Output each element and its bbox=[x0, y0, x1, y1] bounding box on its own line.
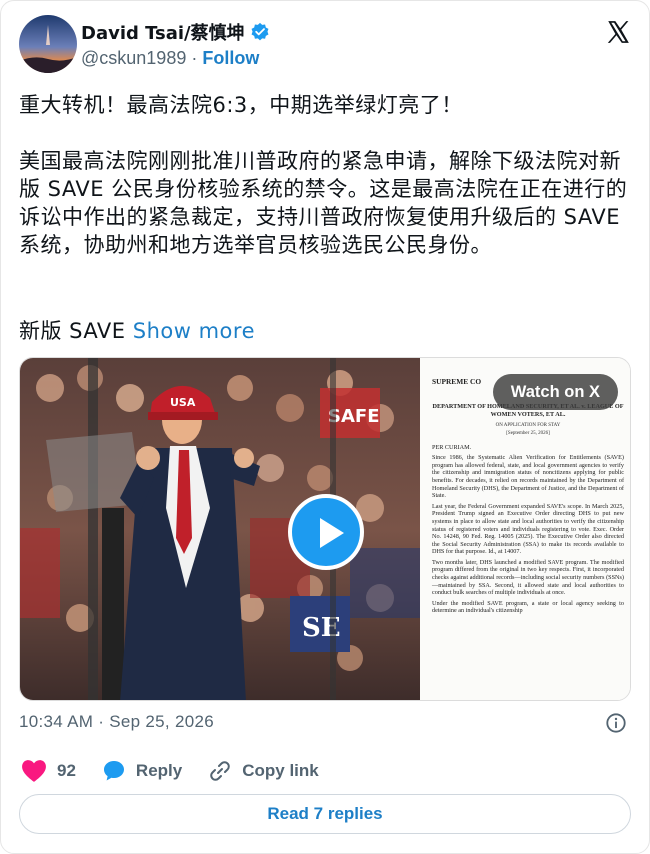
copy-link-label: Copy link bbox=[242, 761, 319, 780]
heart-icon bbox=[22, 760, 46, 782]
reply-bubble-icon bbox=[103, 761, 124, 781]
doc-paragraph-2: Last year, the Federal Government expand… bbox=[432, 502, 624, 556]
like-count: 92 bbox=[57, 761, 76, 780]
author-block: David Tsai/蔡慎坤 @cskun1989 · Follow bbox=[81, 21, 270, 69]
tweet-headline: 重大转机！最高法院6:3，中期选举绿灯亮了！ bbox=[19, 93, 463, 117]
info-icon[interactable] bbox=[605, 712, 627, 734]
copy-link-button[interactable]: Copy link bbox=[208, 759, 319, 783]
follow-button[interactable]: Follow bbox=[202, 48, 259, 69]
reply-label: Reply bbox=[135, 761, 183, 780]
doc-per-curiam: PER CURIAM. bbox=[432, 443, 472, 451]
x-logo-icon[interactable] bbox=[605, 19, 631, 45]
hat-text: USA bbox=[170, 396, 196, 409]
action-bar: 92 Reply Copy link bbox=[21, 759, 345, 783]
doc-paragraph-1: Since 1986, the Systematic Alien Verific… bbox=[432, 454, 624, 500]
watch-on-x-button[interactable]: Watch on X bbox=[492, 374, 618, 410]
separator-dot: · bbox=[191, 48, 198, 68]
play-icon bbox=[320, 518, 344, 548]
doc-date: [September 25, 2026] bbox=[506, 430, 550, 436]
reply-button[interactable]: Reply bbox=[102, 759, 182, 783]
show-more-link[interactable]: Show more bbox=[133, 319, 255, 343]
doc-paragraph-3: Two months later, DHS launched a modifie… bbox=[432, 558, 624, 597]
tweet-tail: 新版 SAVE Show more bbox=[19, 317, 639, 345]
doc-paragraph-4: Under the modified SAVE program, a state… bbox=[432, 599, 624, 615]
like-button[interactable]: 92 bbox=[21, 759, 76, 783]
video-player[interactable]: SAFE SE USA SUPREME CO No. 26A308 DEPART… bbox=[19, 357, 631, 701]
link-icon bbox=[210, 761, 230, 781]
play-button[interactable] bbox=[288, 494, 364, 570]
tweet-body: 美国最高法院刚刚批准川普政府的紧急申请，解除下级法院对新版 SAVE 公民身份核… bbox=[19, 149, 628, 257]
tweet-card: David Tsai/蔡慎坤 @cskun1989 · Follow 重大转机！… bbox=[0, 0, 650, 854]
avatar[interactable] bbox=[19, 15, 77, 73]
doc-application: ON APPLICATION FOR STAY bbox=[495, 423, 561, 429]
tweet-header: David Tsai/蔡慎坤 @cskun1989 · Follow bbox=[19, 15, 633, 75]
verified-badge-icon bbox=[251, 22, 269, 41]
tweet-tail-text: 新版 SAVE bbox=[19, 319, 126, 343]
read-replies-button[interactable]: Read 7 replies bbox=[19, 794, 631, 834]
display-name[interactable]: David Tsai/蔡慎坤 bbox=[81, 19, 245, 45]
handle[interactable]: @cskun1989 bbox=[81, 48, 186, 69]
tweet-timestamp[interactable]: 10:34 AM · Sep 25, 2026 bbox=[19, 712, 214, 732]
